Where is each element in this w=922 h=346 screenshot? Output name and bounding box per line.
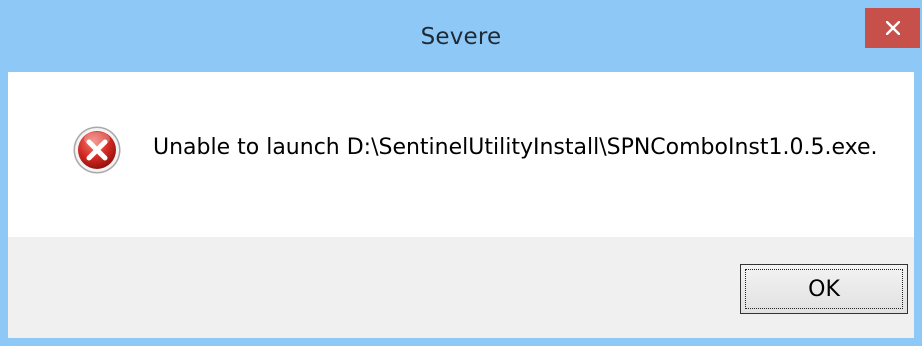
ok-button[interactable]: OK xyxy=(740,264,908,314)
window-title: Severe xyxy=(420,24,502,50)
close-button[interactable] xyxy=(865,8,920,48)
error-icon xyxy=(73,126,121,174)
dialog-window: Severe Unable to launch D:\SentinelUtili… xyxy=(0,0,922,346)
ok-button-label: OK xyxy=(808,276,840,302)
error-message: Unable to launch D:\SentinelUtilityInsta… xyxy=(153,135,878,160)
title-bar[interactable]: Severe xyxy=(8,0,920,72)
message-area: Unable to launch D:\SentinelUtilityInsta… xyxy=(8,72,914,237)
dialog-body: Unable to launch D:\SentinelUtilityInsta… xyxy=(8,72,914,338)
button-bar: OK xyxy=(8,237,914,338)
close-icon xyxy=(885,21,900,35)
